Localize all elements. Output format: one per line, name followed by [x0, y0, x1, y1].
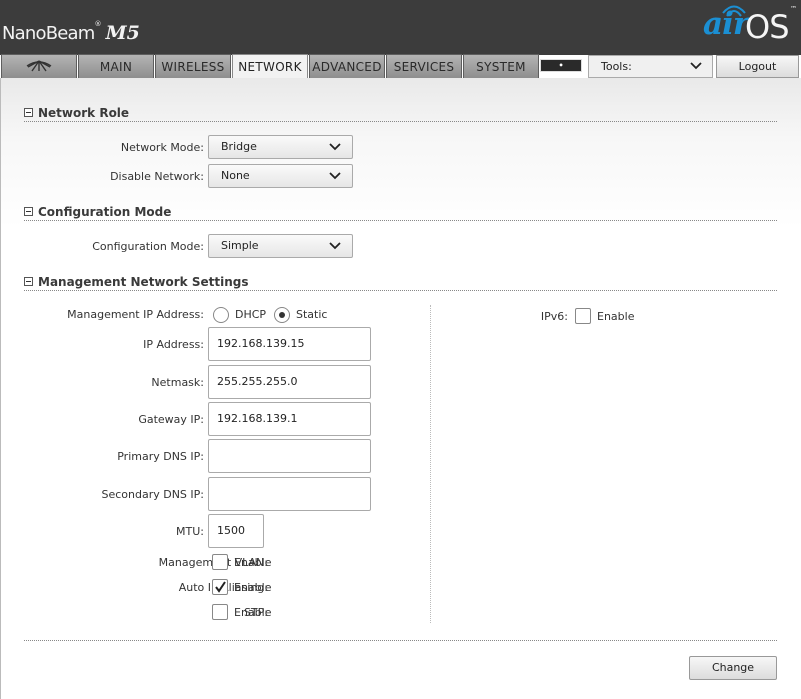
- tab-system[interactable]: SYSTEM: [463, 54, 539, 78]
- network-mode-select[interactable]: Bridge: [208, 135, 353, 159]
- app-header: NanoBeam® M5 air OS ™: [0, 0, 801, 55]
- section-management-network[interactable]: Management Network Settings: [24, 275, 248, 291]
- logo-os-text: OS: [745, 8, 789, 46]
- change-button[interactable]: Change: [689, 656, 777, 680]
- column-divider: [430, 305, 431, 623]
- configuration-mode-select[interactable]: Simple: [208, 234, 353, 258]
- mtu-input[interactable]: 1500: [208, 514, 264, 548]
- network-mode-label: Network Mode:: [120, 141, 204, 154]
- network-mode-value: Bridge: [221, 140, 257, 153]
- ipv6-checkbox[interactable]: [575, 308, 591, 324]
- section-configuration-mode[interactable]: Configuration Mode: [24, 205, 171, 221]
- static-label: Static: [296, 308, 328, 321]
- tab-wireless[interactable]: WIRELESS: [155, 54, 231, 78]
- netmask-input[interactable]: 255.255.255.0: [208, 365, 371, 399]
- disable-network-select[interactable]: None: [208, 164, 353, 188]
- logout-button[interactable]: Logout: [716, 55, 799, 78]
- chevron-down-icon: [329, 143, 341, 151]
- stp-enable-label: Enable: [234, 606, 272, 619]
- ipv6-label: IPv6:: [540, 310, 568, 323]
- tab-ubiquiti-home[interactable]: [1, 54, 77, 78]
- product-model: M5: [105, 22, 140, 44]
- management-vlan-enable-label: Enable: [234, 556, 272, 569]
- ubiquiti-logo-icon: [26, 60, 52, 72]
- unms-badge[interactable]: • UNMS™: [540, 59, 582, 81]
- section-divider: [24, 290, 777, 291]
- netmask-label: Netmask:: [151, 376, 204, 389]
- registered-mark: ®: [94, 20, 102, 28]
- device-brand: NanoBeam® M5: [2, 20, 140, 44]
- section-title-network-role: Network Role: [38, 106, 130, 120]
- checkmark-icon: [215, 581, 226, 593]
- stp-checkbox[interactable]: [212, 604, 228, 620]
- tools-dropdown[interactable]: Tools:: [588, 55, 713, 78]
- dhcp-radio[interactable]: [213, 307, 229, 323]
- auto-ip-aliasing-checkbox[interactable]: [212, 579, 228, 595]
- management-ip-label: Management IP Address:: [67, 308, 204, 321]
- chevron-down-icon: [690, 62, 702, 70]
- logo-air-text: air: [703, 6, 749, 42]
- section-title-management-network: Management Network Settings: [38, 275, 249, 289]
- tab-main[interactable]: MAIN: [78, 54, 154, 78]
- primary-dns-input[interactable]: [208, 439, 371, 473]
- secondary-dns-label: Secondary DNS IP:: [101, 488, 204, 501]
- disable-network-value: None: [221, 169, 250, 182]
- tab-network[interactable]: NETWORK: [232, 54, 308, 79]
- ipv6-enable-label: Enable: [597, 310, 635, 323]
- airos-logo: air OS ™: [701, 2, 797, 48]
- tab-advanced[interactable]: ADVANCED: [309, 54, 385, 78]
- section-divider: [24, 121, 777, 122]
- mtu-label: MTU:: [176, 525, 204, 538]
- section-title-configuration-mode: Configuration Mode: [38, 205, 172, 219]
- chevron-down-icon: [329, 242, 341, 250]
- configuration-mode-value: Simple: [221, 239, 259, 252]
- section-network-role[interactable]: Network Role: [24, 106, 129, 122]
- primary-dns-label: Primary DNS IP:: [117, 450, 204, 463]
- auto-ip-aliasing-enable-label: Enable: [234, 581, 272, 594]
- ip-address-input[interactable]: 192.168.139.15: [208, 327, 371, 361]
- management-vlan-checkbox[interactable]: [212, 554, 228, 570]
- gateway-ip-input[interactable]: 192.168.139.1: [208, 402, 371, 436]
- static-radio[interactable]: [274, 307, 290, 323]
- collapse-icon[interactable]: [24, 207, 33, 216]
- secondary-dns-input[interactable]: [208, 477, 371, 511]
- chevron-down-icon: [329, 172, 341, 180]
- section-divider: [24, 220, 777, 221]
- tools-label: Tools:: [601, 60, 632, 73]
- tab-services[interactable]: SERVICES: [386, 54, 462, 78]
- dhcp-label: DHCP: [235, 308, 267, 321]
- configuration-mode-label: Configuration Mode:: [92, 240, 204, 253]
- logo-trademark: ™: [790, 5, 797, 13]
- gateway-ip-label: Gateway IP:: [138, 413, 204, 426]
- collapse-icon[interactable]: [24, 277, 33, 286]
- ip-address-label: IP Address:: [143, 338, 204, 351]
- disable-network-label: Disable Network:: [110, 170, 204, 183]
- collapse-icon[interactable]: [24, 108, 33, 117]
- product-name: NanoBeam: [2, 23, 95, 44]
- footer-divider: [24, 640, 777, 641]
